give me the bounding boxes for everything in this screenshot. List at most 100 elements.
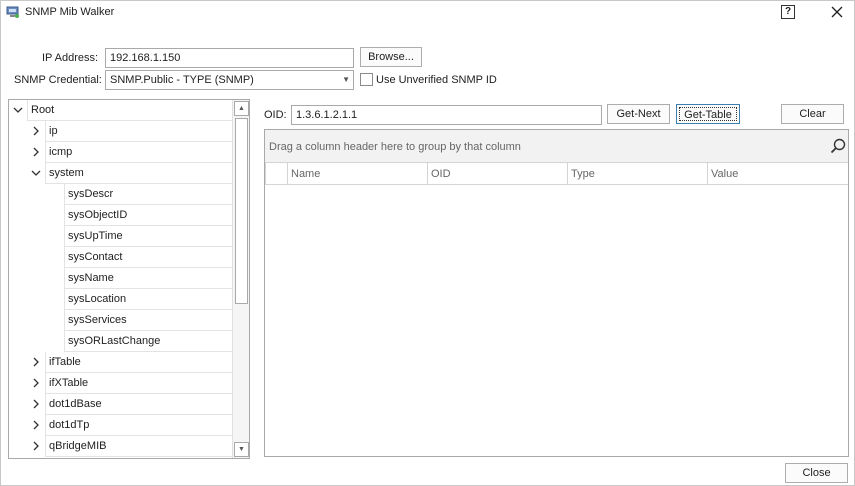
- scroll-down-arrow-icon[interactable]: ▼: [234, 442, 249, 457]
- chevron-down-icon[interactable]: [30, 167, 42, 179]
- window-title: SNMP Mib Walker: [25, 6, 115, 18]
- snmp-credential-select[interactable]: SNMP.Public - TYPE (SNMP) ▼: [105, 70, 354, 90]
- column-header-value[interactable]: Value: [707, 163, 848, 184]
- column-header-oid[interactable]: OID: [427, 163, 567, 184]
- tree-node-label: system: [49, 167, 84, 179]
- tree-node[interactable]: ifTable: [9, 352, 233, 373]
- tree-node-label: sysDescr: [68, 188, 114, 200]
- snmp-credential-value: SNMP.Public - TYPE (SNMP): [110, 74, 254, 86]
- tree-row-divider: [27, 100, 28, 121]
- tree-node[interactable]: sysServices: [9, 310, 233, 331]
- oid-input[interactable]: 1.3.6.1.2.1.1: [291, 105, 602, 125]
- oid-value: 1.3.6.1.2.1.1: [296, 109, 358, 121]
- column-header-oid-label: OID: [431, 168, 451, 180]
- browse-button[interactable]: Browse...: [360, 47, 422, 67]
- tree-node-label: dot1dTp: [49, 419, 90, 431]
- ip-address-input[interactable]: 192.168.1.150: [105, 48, 354, 68]
- tree-node-label: sysLocation: [68, 293, 127, 305]
- tree-node-label: ifTable: [49, 356, 81, 368]
- tree-row-divider: [64, 226, 65, 247]
- row-indicator-header: [265, 163, 287, 184]
- chevron-right-icon[interactable]: [30, 419, 42, 431]
- close-button[interactable]: Close: [785, 463, 848, 483]
- chevron-down-icon: ▼: [342, 75, 350, 84]
- help-button[interactable]: ?: [781, 5, 795, 19]
- tree-row-divider: [45, 163, 46, 184]
- column-header-type[interactable]: Type: [567, 163, 707, 184]
- use-unverified-snmp-id-label: Use Unverified SNMP ID: [376, 74, 497, 86]
- column-header-type-label: Type: [571, 168, 595, 180]
- tree-node-root[interactable]: Root: [9, 100, 233, 121]
- tree-node[interactable]: ip: [9, 121, 233, 142]
- get-table-button[interactable]: Get-Table: [676, 104, 740, 124]
- snmp-mib-walker-window: SNMP Mib Walker ? IP Address: 192.168.1.…: [0, 0, 855, 486]
- use-unverified-snmp-id-checkbox[interactable]: [360, 73, 373, 86]
- clear-button-label: Clear: [799, 108, 826, 120]
- tree-node-label: sysServices: [68, 314, 127, 326]
- tree-row-divider: [64, 247, 65, 268]
- tree-row-divider: [45, 415, 46, 436]
- results-grid[interactable]: Drag a column header here to group by th…: [264, 129, 849, 457]
- mib-tree[interactable]: Root ip icmp system sysDescr sysObjectID sysUp…: [8, 99, 250, 459]
- title-bar: SNMP Mib Walker ?: [1, 1, 854, 25]
- group-by-panel[interactable]: Drag a column header here to group by th…: [265, 130, 848, 163]
- clear-button[interactable]: Clear: [781, 104, 844, 124]
- chevron-right-icon[interactable]: [30, 377, 42, 389]
- tree-row-divider: [45, 352, 46, 373]
- tree-node[interactable]: sysUpTime: [9, 226, 233, 247]
- search-icon[interactable]: [830, 138, 846, 154]
- scroll-up-arrow-icon[interactable]: ▲: [234, 101, 249, 116]
- app-network-icon: [6, 6, 19, 18]
- tree-node[interactable]: ifXTable: [9, 373, 233, 394]
- tree-node[interactable]: sysObjectID: [9, 205, 233, 226]
- tree-node[interactable]: qBridgeMIB: [9, 436, 233, 457]
- chevron-right-icon[interactable]: [30, 146, 42, 158]
- tree-node[interactable]: icmp: [9, 142, 233, 163]
- scroll-thumb[interactable]: [235, 118, 248, 304]
- tree-row-divider: [45, 436, 46, 457]
- tree-node-label: icmp: [49, 146, 73, 158]
- tree-node[interactable]: sysDescr: [9, 184, 233, 205]
- tree-node[interactable]: system: [9, 163, 233, 184]
- column-header-value-label: Value: [711, 168, 739, 180]
- column-header-name[interactable]: Name: [287, 163, 427, 184]
- chevron-right-icon[interactable]: [30, 356, 42, 368]
- ip-address-label: IP Address:: [42, 52, 99, 64]
- oid-label: OID:: [264, 109, 287, 121]
- chevron-right-icon[interactable]: [30, 440, 42, 452]
- close-window-icon[interactable]: [827, 3, 847, 21]
- tree-node-label: sysContact: [68, 251, 123, 263]
- tree-row-divider: [45, 456, 233, 457]
- tree-node-label: qBridgeMIB: [49, 440, 107, 452]
- tree-row-divider: [64, 331, 65, 352]
- tree-scrollbar[interactable]: ▲ ▼: [232, 100, 249, 458]
- tree-node-label: ifXTable: [49, 377, 89, 389]
- ip-address-value: 192.168.1.150: [110, 52, 181, 64]
- tree-node-label: Root: [31, 104, 55, 116]
- tree-row-divider: [45, 142, 46, 163]
- tree-row-divider: [64, 205, 65, 226]
- tree-row-divider: [64, 310, 65, 331]
- tree-node[interactable]: sysContact: [9, 247, 233, 268]
- tree-node-label: sysORLastChange: [68, 335, 161, 347]
- tree-row-divider: [45, 121, 46, 142]
- tree-node-label: ip: [49, 125, 58, 137]
- tree-node[interactable]: dot1dBase: [9, 394, 233, 415]
- tree-node-label: sysName: [68, 272, 114, 284]
- tree-row-divider: [45, 373, 46, 394]
- tree-node[interactable]: sysLocation: [9, 289, 233, 310]
- chevron-right-icon[interactable]: [30, 125, 42, 137]
- chevron-right-icon[interactable]: [30, 398, 42, 410]
- tree-node[interactable]: sysName: [9, 268, 233, 289]
- tree-row-divider: [64, 268, 65, 289]
- tree-row-divider: [45, 394, 46, 415]
- tree-row-divider: [64, 289, 65, 310]
- chevron-down-icon[interactable]: [12, 104, 24, 116]
- get-next-button[interactable]: Get-Next: [607, 104, 670, 124]
- tree-node-label: dot1dBase: [49, 398, 102, 410]
- tree-node-label: sysUpTime: [68, 230, 123, 242]
- tree-node[interactable]: sysORLastChange: [9, 331, 233, 352]
- column-header-name-label: Name: [291, 168, 321, 180]
- tree-node[interactable]: dot1dTp: [9, 415, 233, 436]
- get-next-button-label: Get-Next: [616, 108, 661, 120]
